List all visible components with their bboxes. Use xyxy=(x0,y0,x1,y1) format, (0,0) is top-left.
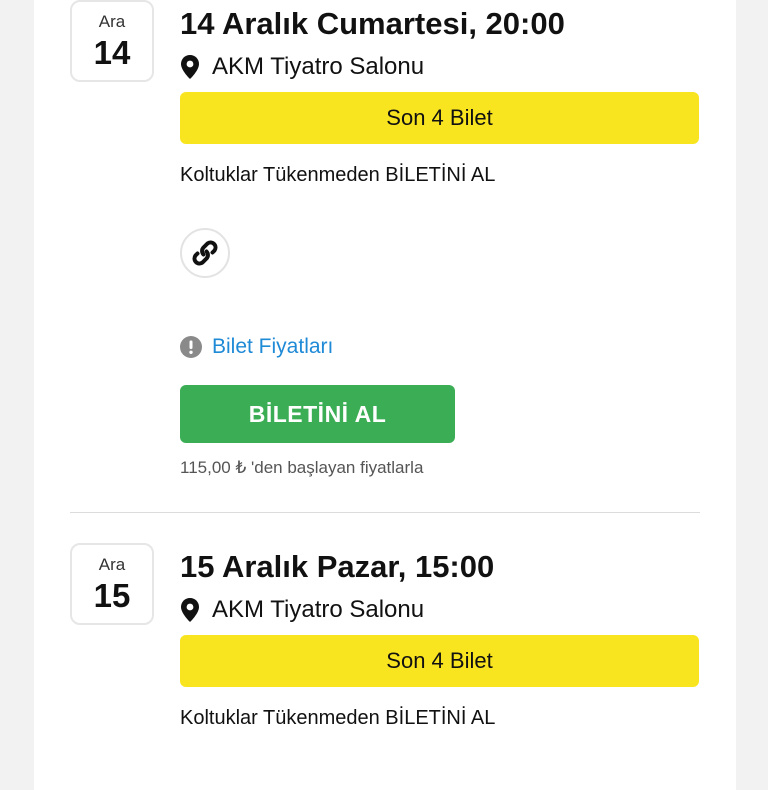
event-title: 14 Aralık Cumartesi, 20:00 xyxy=(180,6,565,41)
date-month: Ara xyxy=(98,555,126,574)
last-tickets-banner: Son 4 Bilet xyxy=(180,92,699,144)
venue-name: AKM Tiyatro Salonu xyxy=(212,53,425,80)
event-divider xyxy=(70,512,700,513)
last-tickets-banner: Son 4 Bilet xyxy=(180,635,699,687)
venue[interactable]: AKM Tiyatro Salonu xyxy=(180,52,424,82)
hurry-text: Koltuklar Tükenmeden BİLETİNİ AL xyxy=(180,164,496,186)
date-day: 15 xyxy=(93,577,131,614)
link-icon xyxy=(192,240,218,266)
ticket-prices-link[interactable]: Bilet Fiyatları xyxy=(180,333,333,361)
ticket-prices-label: Bilet Fiyatları xyxy=(212,335,334,358)
date-day: 14 xyxy=(93,34,131,71)
date-badge: Ara 15 xyxy=(70,543,154,625)
exclamation-circle-icon xyxy=(180,336,202,358)
hurry-text: Koltuklar Tükenmeden BİLETİNİ AL xyxy=(180,707,496,729)
starting-price-note: 115,00 ₺ 'den başlayan fiyatlarla xyxy=(180,458,424,477)
event-title: 15 Aralık Pazar, 15:00 xyxy=(180,549,495,584)
location-pin-icon xyxy=(181,598,199,622)
date-badge: Ara 14 xyxy=(70,0,154,82)
date-month: Ara xyxy=(98,12,126,31)
buy-ticket-button[interactable]: BİLETİNİ AL xyxy=(180,385,455,443)
event-list-card: Ara 14 14 Aralık Cumartesi, 20:00 AKM Ti… xyxy=(34,0,736,790)
location-pin-icon xyxy=(181,55,199,79)
copy-link-button[interactable] xyxy=(180,228,230,278)
venue[interactable]: AKM Tiyatro Salonu xyxy=(180,595,424,625)
venue-name: AKM Tiyatro Salonu xyxy=(212,596,425,623)
